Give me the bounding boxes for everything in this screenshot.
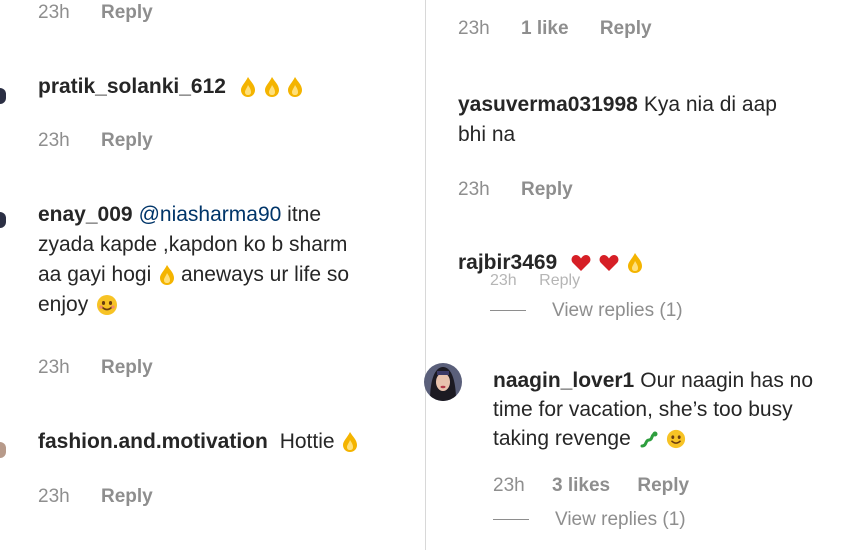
comment-text: bhi na xyxy=(458,123,516,146)
comment-time: 23h xyxy=(38,357,70,378)
comment-time: 23h xyxy=(493,475,525,496)
comment: rajbir3469 xyxy=(458,248,843,278)
comment-text: itne xyxy=(287,203,322,226)
comment-text: taking revenge xyxy=(493,427,631,450)
comment: pratik_solanki_612 xyxy=(38,72,418,102)
comment-text: aneways ur life so xyxy=(180,263,350,286)
comment-meta-row: 23h Reply xyxy=(38,357,179,379)
fire-emoji xyxy=(285,75,303,98)
comment: yasuverma031998 Kya nia di aap bhi na xyxy=(458,90,843,150)
reply-button[interactable]: Reply xyxy=(101,486,153,507)
reply-button[interactable]: Reply xyxy=(101,130,153,151)
avatar[interactable] xyxy=(0,88,6,104)
comment-meta-row: 23h Reply xyxy=(38,130,179,152)
smiling-face-emoji xyxy=(88,293,118,316)
comment-text: time for vacation, she’s too busy xyxy=(493,398,793,421)
view-replies-button[interactable]: View replies (1) xyxy=(493,509,686,531)
heart-emoji xyxy=(597,251,625,274)
comment-meta-row: 23h 1 like Reply xyxy=(458,18,678,40)
fire-emoji xyxy=(157,263,181,286)
comment-time: 23h xyxy=(38,486,70,507)
heart-emoji xyxy=(569,251,597,274)
reply-button[interactable]: Reply xyxy=(637,475,689,496)
comment-username[interactable]: fashion.and.motivation xyxy=(38,430,268,453)
comment-meta-row: 23h 3 likes Reply xyxy=(493,475,715,497)
comment-time: 23h xyxy=(458,179,490,200)
comment-text: aa gayi hogi xyxy=(38,263,152,286)
fire-emoji xyxy=(625,251,643,274)
avatar[interactable] xyxy=(0,442,6,458)
comment-text: Kya nia di aap xyxy=(643,93,777,116)
reply-button[interactable]: Reply xyxy=(521,179,573,200)
left-comment-column: 23h Reply pratik_solanki_612 23h Reply e… xyxy=(0,0,426,550)
comment-username[interactable]: enay_009 xyxy=(38,203,133,226)
view-replies-label: View replies (1) xyxy=(555,509,686,530)
comment: naagin_lover1 Our naagin has no time for … xyxy=(493,366,848,453)
avatar[interactable] xyxy=(424,363,462,401)
reply-button[interactable]: Reply xyxy=(101,357,153,378)
comment-meta-row: 23h Reply xyxy=(458,179,599,201)
comment: fashion.and.motivation Hottie xyxy=(38,427,423,457)
fire-emoji xyxy=(262,75,286,98)
comment-text: enjoy xyxy=(38,293,89,316)
snake-emoji xyxy=(637,427,665,450)
likes-count[interactable]: 1 like xyxy=(521,18,569,39)
comment-username[interactable]: pratik_solanki_612 xyxy=(38,75,226,98)
right-comment-column: 23h 1 like Reply yasuverma031998 Kya nia … xyxy=(424,0,850,550)
comment-time: 23h xyxy=(458,18,490,39)
reply-button[interactable]: Reply xyxy=(101,2,153,23)
comment-text: Our naagin has no xyxy=(640,369,814,392)
fire-emoji xyxy=(340,430,358,453)
comment-username[interactable]: yasuverma031998 xyxy=(458,93,638,116)
comment-username[interactable]: rajbir3469 xyxy=(458,251,557,274)
likes-count[interactable]: 3 likes xyxy=(552,475,610,496)
divider-line xyxy=(493,519,529,521)
comment: enay_009 @niasharma90 itne zyada kapde ,k… xyxy=(38,200,423,320)
comment-text: Hottie xyxy=(279,430,335,453)
fire-emoji xyxy=(238,75,262,98)
view-replies-button[interactable]: View replies (1) xyxy=(490,300,683,322)
avatar[interactable] xyxy=(0,212,6,228)
comment-text: zyada kapde ,kapdon ko b sharm xyxy=(38,233,348,256)
smiling-face-emoji xyxy=(664,427,686,450)
comment-time: 23h xyxy=(38,130,70,151)
comment-meta-row: 23h Reply xyxy=(38,2,179,24)
comment-time: 23h xyxy=(38,2,70,23)
reply-button[interactable]: Reply xyxy=(600,18,652,39)
comment-meta-row: 23h Reply xyxy=(38,486,179,508)
divider-line xyxy=(490,310,526,312)
mention-link[interactable]: @niasharma90 xyxy=(139,203,282,226)
comment-username[interactable]: naagin_lover1 xyxy=(493,369,634,392)
view-replies-label: View replies (1) xyxy=(552,300,683,321)
